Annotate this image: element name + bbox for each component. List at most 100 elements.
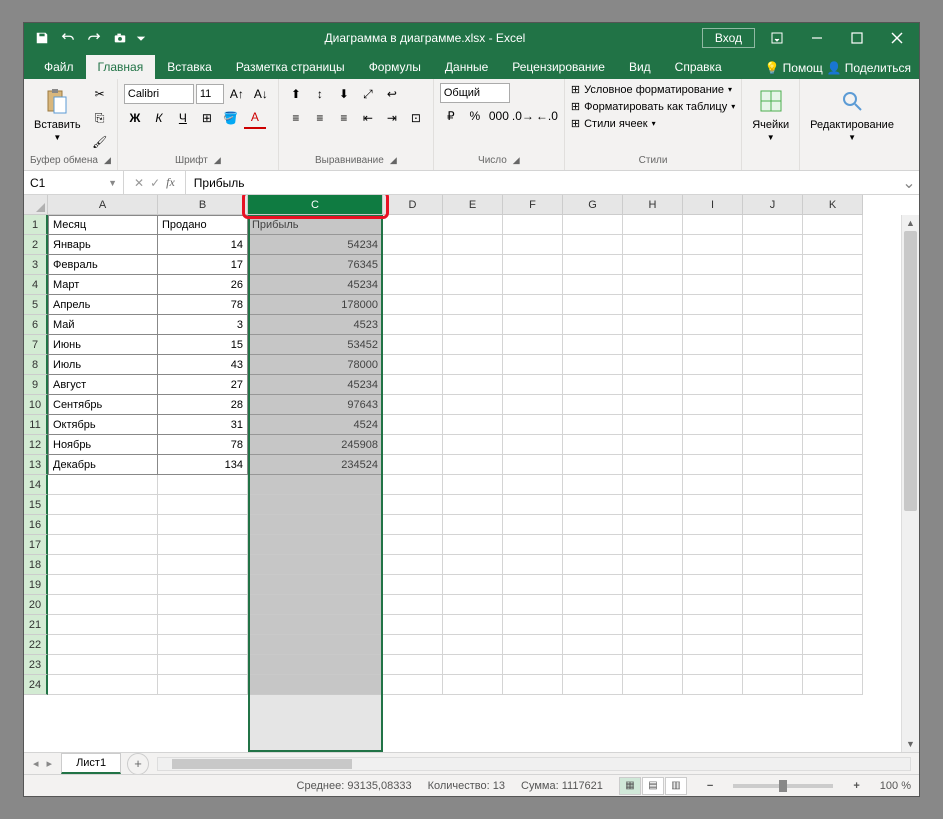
cell[interactable]: [48, 595, 158, 615]
cell[interactable]: [503, 275, 563, 295]
cell[interactable]: [743, 215, 803, 235]
cell[interactable]: [248, 575, 383, 595]
cell[interactable]: [443, 555, 503, 575]
cell[interactable]: [443, 515, 503, 535]
tab-insert[interactable]: Вставка: [155, 55, 224, 79]
row-header[interactable]: 16: [24, 515, 48, 535]
cell[interactable]: [803, 275, 863, 295]
cell[interactable]: [503, 355, 563, 375]
cell[interactable]: [803, 295, 863, 315]
cell[interactable]: [563, 215, 623, 235]
chevron-down-icon[interactable]: ▼: [108, 178, 117, 188]
cell[interactable]: [623, 595, 683, 615]
cell[interactable]: [683, 275, 743, 295]
cell[interactable]: [503, 395, 563, 415]
cell[interactable]: [443, 615, 503, 635]
zoom-slider[interactable]: [733, 784, 833, 788]
cell[interactable]: [443, 595, 503, 615]
cell[interactable]: [683, 315, 743, 335]
cell[interactable]: [683, 655, 743, 675]
cell[interactable]: [623, 455, 683, 475]
cell[interactable]: [743, 255, 803, 275]
cell[interactable]: [743, 395, 803, 415]
cell[interactable]: [683, 515, 743, 535]
row-header[interactable]: 11: [24, 415, 48, 435]
cell[interactable]: [563, 595, 623, 615]
cell[interactable]: [563, 655, 623, 675]
view-normal-icon[interactable]: ▦: [619, 777, 641, 795]
increase-indent-icon[interactable]: ⇥: [381, 107, 403, 129]
cell[interactable]: 78000: [248, 355, 383, 375]
cell[interactable]: Октябрь: [48, 415, 158, 435]
cell[interactable]: [48, 495, 158, 515]
cell[interactable]: Декабрь: [48, 455, 158, 475]
row-header[interactable]: 4: [24, 275, 48, 295]
sheet-tab[interactable]: Лист1: [61, 753, 121, 774]
tellme-button[interactable]: 💡Помощ: [765, 61, 823, 75]
col-header-e[interactable]: E: [443, 195, 503, 215]
cell[interactable]: [803, 635, 863, 655]
cell[interactable]: 27: [158, 375, 248, 395]
cell[interactable]: [743, 455, 803, 475]
cell[interactable]: [158, 495, 248, 515]
cell[interactable]: [623, 615, 683, 635]
cell[interactable]: [443, 335, 503, 355]
cell[interactable]: [563, 415, 623, 435]
formula-input[interactable]: Прибыль: [186, 171, 899, 194]
cell[interactable]: 31: [158, 415, 248, 435]
cell[interactable]: [803, 355, 863, 375]
paste-button[interactable]: Вставить ▼: [30, 83, 85, 144]
cell[interactable]: 234524: [248, 455, 383, 475]
cell[interactable]: [443, 475, 503, 495]
row-header[interactable]: 12: [24, 435, 48, 455]
cell[interactable]: [683, 215, 743, 235]
cell[interactable]: [623, 255, 683, 275]
row-header[interactable]: 19: [24, 575, 48, 595]
cancel-edit-icon[interactable]: ✕: [134, 176, 144, 190]
row-header[interactable]: 20: [24, 595, 48, 615]
cell[interactable]: [383, 675, 443, 695]
cell[interactable]: [383, 275, 443, 295]
underline-button[interactable]: Ч: [172, 107, 194, 129]
cell[interactable]: [743, 415, 803, 435]
cell[interactable]: 134: [158, 455, 248, 475]
cell[interactable]: [503, 515, 563, 535]
cell[interactable]: [383, 635, 443, 655]
cell[interactable]: [563, 455, 623, 475]
cell[interactable]: [443, 275, 503, 295]
cell[interactable]: [48, 515, 158, 535]
cell[interactable]: 17: [158, 255, 248, 275]
cell[interactable]: [623, 315, 683, 335]
increase-font-icon[interactable]: A↑: [226, 83, 248, 105]
cell[interactable]: [683, 375, 743, 395]
tab-home[interactable]: Главная: [86, 55, 156, 79]
cell[interactable]: 245908: [248, 435, 383, 455]
cell[interactable]: [248, 615, 383, 635]
cell[interactable]: Апрель: [48, 295, 158, 315]
cell[interactable]: [383, 515, 443, 535]
cell[interactable]: 4524: [248, 415, 383, 435]
row-header[interactable]: 10: [24, 395, 48, 415]
align-middle-icon[interactable]: ↕: [309, 83, 331, 105]
cell[interactable]: [563, 235, 623, 255]
spreadsheet-grid[interactable]: ABCDEFGHIJK 1234567891011121314151617181…: [24, 195, 919, 752]
number-format-combo[interactable]: [440, 83, 510, 103]
align-right-icon[interactable]: ≡: [333, 107, 355, 129]
cell[interactable]: [503, 315, 563, 335]
cell[interactable]: 54234: [248, 235, 383, 255]
cell[interactable]: [563, 395, 623, 415]
cell[interactable]: [383, 235, 443, 255]
view-page-layout-icon[interactable]: ▤: [642, 777, 664, 795]
format-as-table-button[interactable]: ⊞Форматировать как таблицу▾: [571, 100, 735, 113]
cell[interactable]: [743, 295, 803, 315]
cell[interactable]: [158, 615, 248, 635]
cell[interactable]: 15: [158, 335, 248, 355]
cell[interactable]: [743, 375, 803, 395]
cell[interactable]: Январь: [48, 235, 158, 255]
cell[interactable]: [48, 575, 158, 595]
tab-view[interactable]: Вид: [617, 55, 663, 79]
cell[interactable]: [443, 295, 503, 315]
cell[interactable]: [803, 375, 863, 395]
cell[interactable]: [803, 595, 863, 615]
cell[interactable]: [158, 555, 248, 575]
